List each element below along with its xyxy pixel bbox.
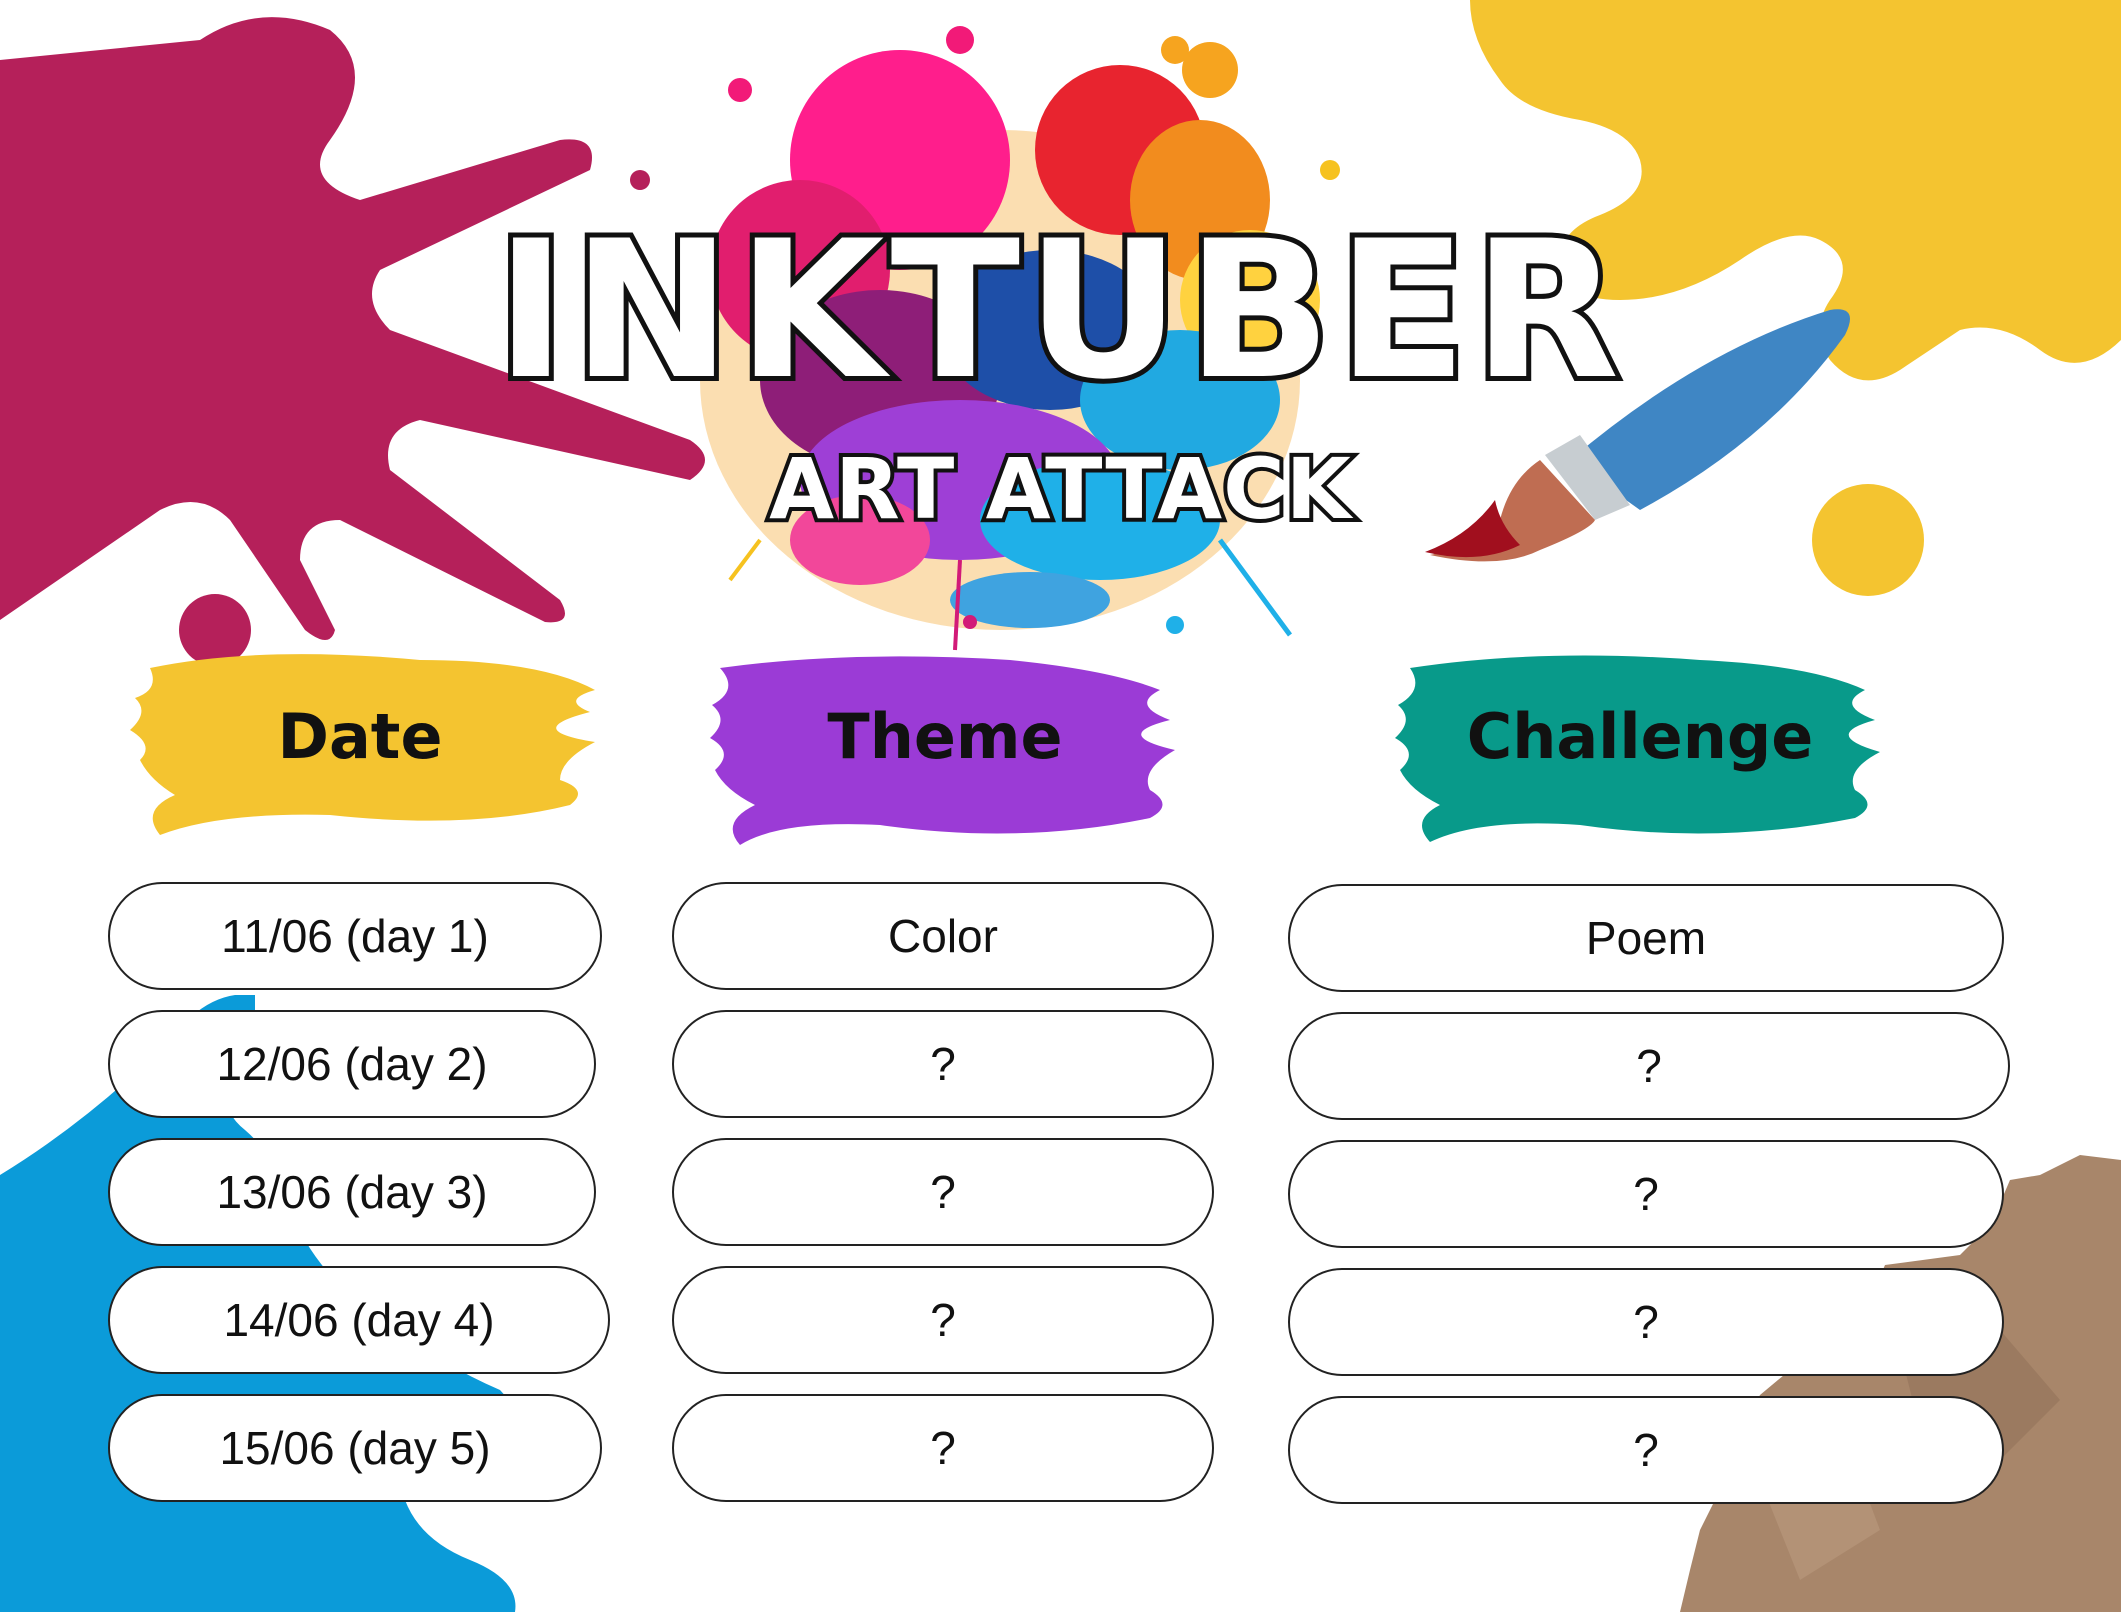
theme-cell: ?: [672, 1010, 1214, 1118]
date-header: Date: [277, 700, 443, 773]
date-cell: 11/06 (day 1): [108, 882, 602, 990]
theme-cell: ?: [672, 1266, 1214, 1374]
challenge-cell: Poem: [1288, 884, 2004, 992]
theme-header: Theme: [827, 700, 1063, 773]
theme-cell: Color: [672, 882, 1214, 990]
date-cell: 15/06 (day 5): [108, 1394, 602, 1502]
theme-cell: ?: [672, 1138, 1214, 1246]
date-cell: 13/06 (day 3): [108, 1138, 596, 1246]
date-cell: 12/06 (day 2): [108, 1010, 596, 1118]
date-cell: 14/06 (day 4): [108, 1266, 610, 1374]
challenge-cell: ?: [1288, 1140, 2004, 1248]
challenge-cell: ?: [1288, 1012, 2010, 1120]
poster: INKTUBER ART ATTACK Date Theme Challenge…: [0, 0, 2121, 1612]
challenge-cell: ?: [1288, 1268, 2004, 1376]
page-title: INKTUBER: [491, 195, 1626, 426]
theme-cell: ?: [672, 1394, 1214, 1502]
challenge-cell: ?: [1288, 1396, 2004, 1504]
challenge-header: Challenge: [1466, 700, 1814, 773]
page-subtitle: ART ATTACK: [765, 436, 1355, 542]
